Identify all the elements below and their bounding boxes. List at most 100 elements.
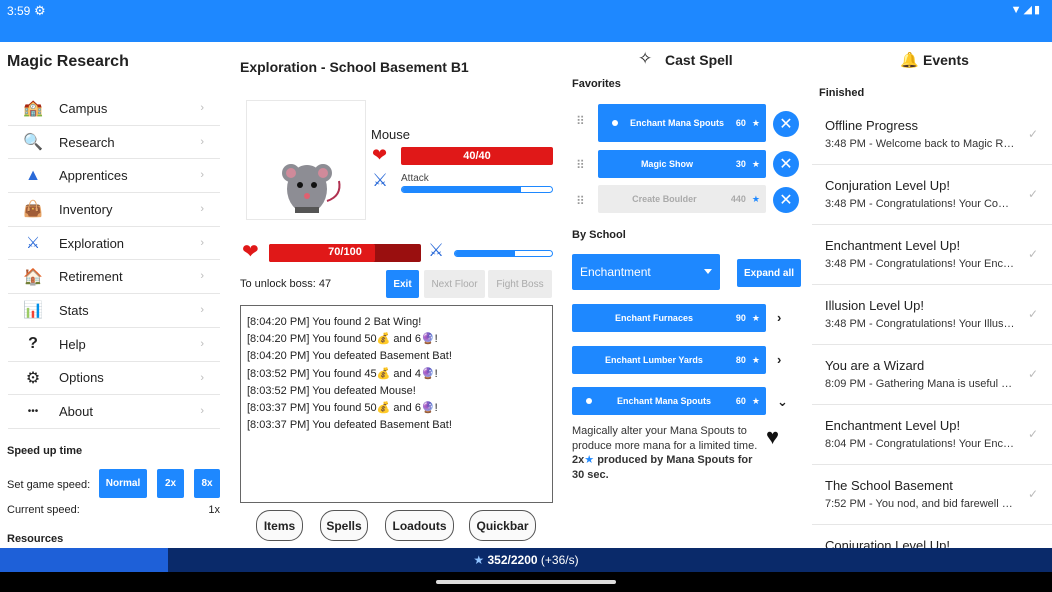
home-handle[interactable]	[436, 580, 616, 584]
check-icon: ✓	[1027, 247, 1038, 261]
by-school-label: By School	[572, 229, 626, 241]
exploration-title: Exploration - School Basement B1	[240, 59, 469, 75]
bell-icon: 🔔	[900, 52, 919, 69]
nav-item-campus[interactable]: 🏫 Campus ›	[8, 92, 220, 126]
school-select-value: Enchantment	[580, 265, 651, 279]
favorite-spell-create-boulder[interactable]: Create Boulder 440 ★	[598, 185, 766, 213]
resources-section-title: Resources	[7, 533, 64, 545]
spells-button[interactable]: Spells	[320, 510, 368, 541]
spell-name: Enchant Mana Spouts	[616, 395, 711, 406]
chevron-right-icon[interactable]: ›	[777, 310, 781, 325]
spell-name: Enchant Lumber Yards	[605, 354, 703, 365]
fight-boss-button[interactable]: Fight Boss	[488, 270, 552, 298]
enemy-hp-bar: 40/40	[401, 147, 553, 165]
speed-8x-button[interactable]: 8x	[194, 469, 220, 498]
favorite-spell-enchant-mana-spouts[interactable]: Enchant Mana Spouts 60 ★	[598, 104, 766, 142]
player-hp-text: 70/100	[328, 246, 362, 258]
set-speed-label: Set game speed:	[7, 479, 91, 491]
exit-button[interactable]: Exit	[386, 270, 419, 298]
chevron-right-icon[interactable]: ›	[777, 352, 781, 367]
nav-item-help[interactable]: ? Help ›	[8, 328, 220, 362]
description-text: Magically alter your Mana Spouts to prod…	[572, 425, 758, 452]
expand-all-button[interactable]: Expand all	[737, 259, 801, 287]
check-icon: ✓	[1027, 427, 1038, 441]
spell-cost: 440	[730, 194, 746, 204]
nav-label: Help	[59, 336, 86, 352]
event-item[interactable]: Conjuration Level Up!	[812, 525, 1052, 548]
spell-name: Enchant Mana Spouts	[629, 117, 724, 128]
chevron-down-icon[interactable]: ⌄	[777, 394, 788, 410]
log-line: [8:04:20 PM] You found 2 Bat Wing!	[247, 316, 422, 328]
event-title: You are a Wizard	[825, 358, 925, 373]
mana-star-icon: ★	[751, 193, 760, 204]
school-spell-enchant-furnaces[interactable]: Enchant Furnaces 90 ★	[572, 304, 766, 332]
chevron-right-icon: ›	[200, 405, 204, 418]
drag-handle-icon[interactable]: ⠿	[576, 159, 585, 171]
items-button[interactable]: Items	[256, 510, 303, 541]
speed-2x-button[interactable]: 2x	[157, 469, 184, 498]
school-select[interactable]: Enchantment	[572, 254, 720, 290]
event-item[interactable]: Illusion Level Up! 3:48 PM - Congratulat…	[812, 285, 1052, 345]
remove-favorite-button[interactable]: ✕	[773, 111, 799, 137]
nav-item-research[interactable]: 🔍 Research ›	[8, 126, 220, 160]
event-item[interactable]: Offline Progress 3:48 PM - Welcome back …	[812, 105, 1052, 165]
nav-item-inventory[interactable]: 👜 Inventory ›	[8, 193, 220, 227]
next-floor-button[interactable]: Next Floor	[424, 270, 485, 298]
event-item[interactable]: Conjuration Level Up! 3:48 PM - Congratu…	[812, 165, 1052, 225]
chevron-right-icon: ›	[200, 236, 204, 249]
wizard-hat-icon: ▲	[25, 166, 41, 184]
event-item[interactable]: Enchantment Level Up! 8:04 PM - Congratu…	[812, 405, 1052, 465]
spell-cost: 90	[735, 313, 746, 323]
quickbar-button[interactable]: Quickbar	[469, 510, 536, 541]
system-status-bar: 3:59 ⚙ ▼◢▮	[0, 0, 1052, 42]
speed-normal-button[interactable]: Normal	[99, 469, 147, 498]
speed-section-title: Speed up time	[7, 445, 83, 457]
nav-item-apprentices[interactable]: ▲ Apprentices ›	[8, 159, 220, 194]
nav-item-retirement[interactable]: 🏠 Retirement ›	[8, 260, 220, 295]
settings-status-icon: ⚙	[34, 3, 46, 18]
mana-star-icon: ★	[751, 312, 760, 323]
house-icon: 🏠	[23, 268, 43, 286]
log-line: [8:04:20 PM] You found 50💰 and 6🔮!	[247, 333, 438, 346]
school-spell-enchant-lumber-yards[interactable]: Enchant Lumber Yards 80 ★	[572, 346, 766, 374]
remove-favorite-button[interactable]: ✕	[773, 187, 799, 213]
dropdown-caret-icon	[704, 269, 712, 274]
heart-icon: ❤	[372, 145, 388, 165]
bag-icon: 👜	[23, 201, 43, 219]
event-item[interactable]: You are a Wizard 8:09 PM - Gathering Man…	[812, 345, 1052, 405]
chevron-right-icon: ›	[200, 304, 204, 317]
nav-label: Research	[59, 134, 115, 150]
event-detail: 8:04 PM - Congratulations! Your Enchantm…	[825, 438, 1015, 450]
nav-label: Stats	[59, 302, 89, 318]
finished-label: Finished	[819, 87, 865, 99]
nav-label: Exploration	[59, 235, 125, 251]
event-detail: 3:48 PM - Congratulations! Your Illusion…	[825, 318, 1015, 330]
drag-handle-icon[interactable]: ⠿	[576, 195, 585, 207]
enemy-attack-progress	[401, 186, 553, 193]
favorite-heart-icon[interactable]: ♥	[766, 424, 779, 450]
chevron-right-icon: ›	[200, 102, 204, 114]
log-line: [8:04:20 PM] You defeated Basement Bat!	[247, 350, 452, 363]
nav-item-exploration[interactable]: ⚔ Exploration ›	[8, 227, 220, 261]
favorites-label: Favorites	[572, 78, 621, 90]
drag-handle-icon[interactable]: ⠿	[576, 115, 585, 127]
school-spell-enchant-mana-spouts[interactable]: Enchant Mana Spouts 60 ★	[572, 387, 766, 415]
mana-readout: ★ 352/2200 (+36/s)	[0, 553, 1052, 567]
event-item[interactable]: The School Basement 7:52 PM - You nod, a…	[812, 465, 1052, 525]
event-item[interactable]: Enchantment Level Up! 3:48 PM - Congratu…	[812, 225, 1052, 285]
event-detail: 3:48 PM - Congratulations! Your Conjurat…	[825, 198, 1015, 210]
remove-favorite-button[interactable]: ✕	[773, 151, 799, 177]
loadouts-button[interactable]: Loadouts	[385, 510, 454, 541]
nav-item-stats[interactable]: 📊 Stats ›	[8, 294, 220, 328]
events-header: Events	[923, 52, 969, 68]
chevron-right-icon: ›	[200, 337, 204, 350]
mana-star-icon: ★	[751, 158, 760, 169]
spell-cost: 60	[735, 118, 746, 128]
nav-item-options[interactable]: ⚙ Options ›	[8, 362, 220, 396]
enemy-portrait	[246, 100, 366, 220]
event-detail: 8:09 PM - Gathering Mana is useful for e…	[825, 378, 1015, 390]
mana-star-icon: ★	[751, 395, 760, 406]
player-sword-icon: ⚔	[428, 240, 445, 260]
favorite-spell-magic-show[interactable]: Magic Show 30 ★	[598, 150, 766, 178]
nav-item-about[interactable]: ••• About ›	[8, 395, 220, 429]
